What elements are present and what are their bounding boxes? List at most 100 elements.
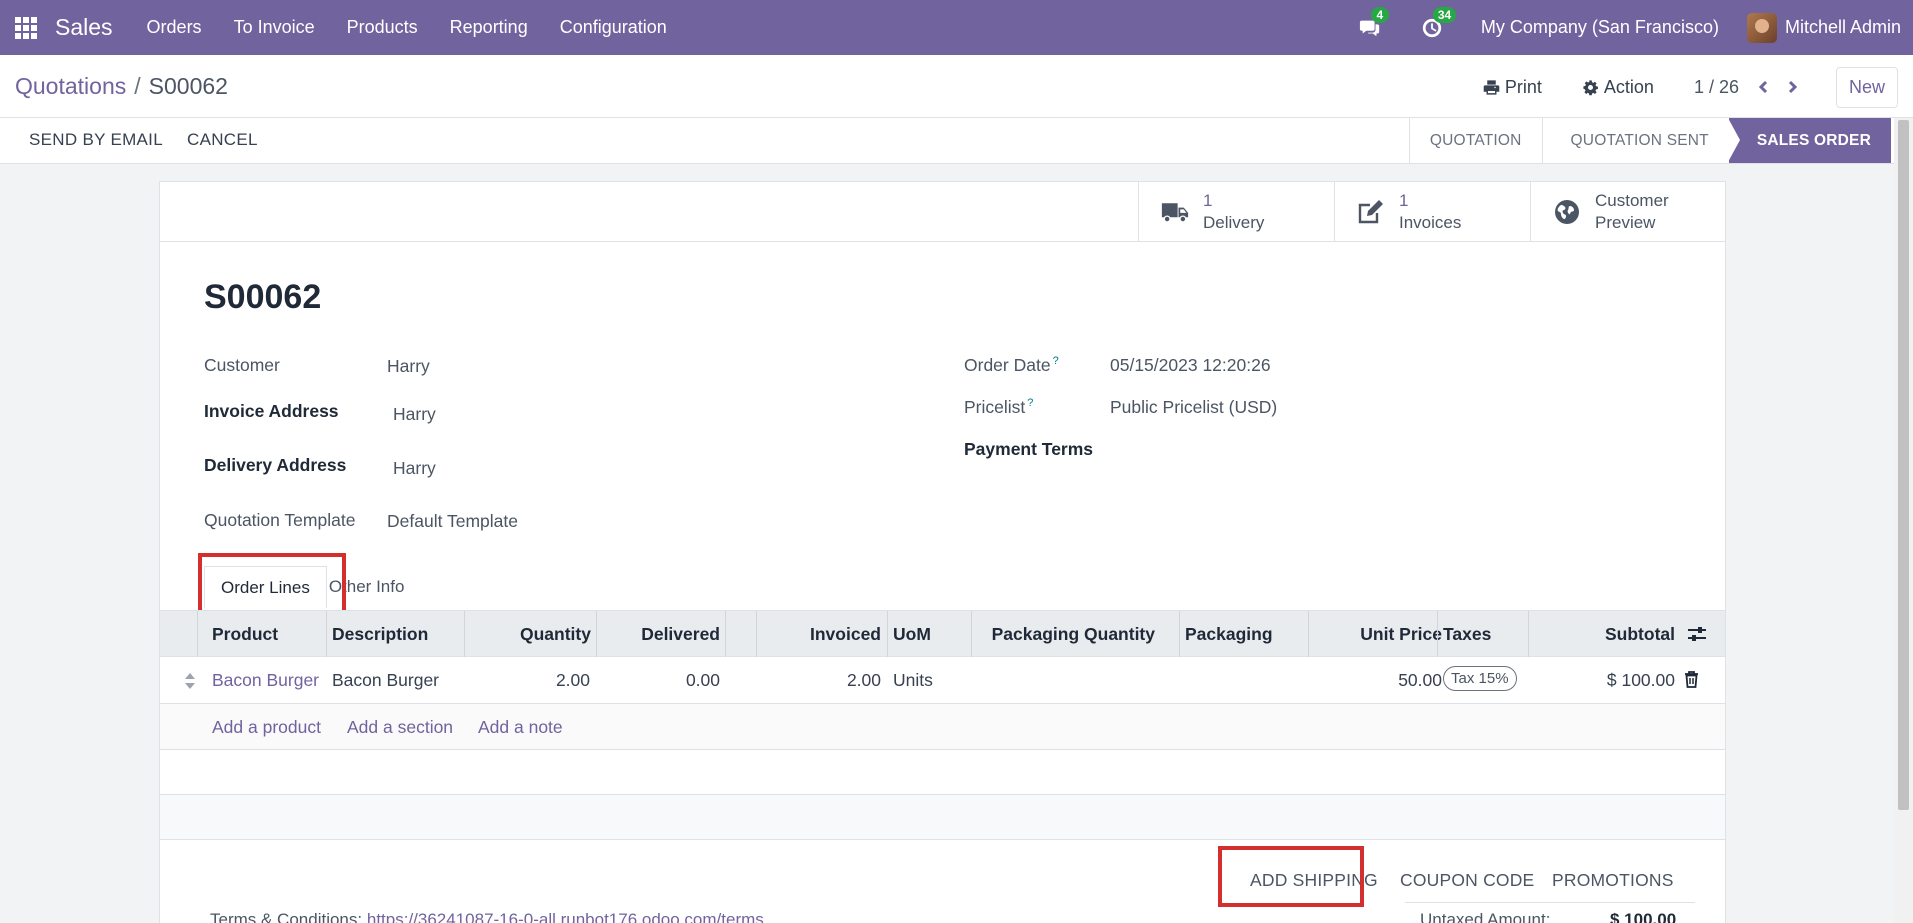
add-section-link[interactable]: Add a section [347, 717, 453, 738]
header-product[interactable]: Product [212, 624, 278, 645]
row-unit-price[interactable]: 50.00 [1320, 670, 1442, 691]
print-button[interactable]: Print [1483, 77, 1542, 98]
header-uom[interactable]: UoM [893, 624, 931, 645]
menu-orders[interactable]: Orders [131, 17, 218, 38]
menu-reporting[interactable]: Reporting [434, 17, 544, 38]
menu-products[interactable]: Products [331, 17, 434, 38]
activities-badge: 34 [1432, 6, 1457, 23]
row-delivered[interactable]: 0.00 [620, 670, 720, 691]
empty-row [160, 750, 1725, 795]
order-date-help-icon[interactable]: ? [1053, 355, 1059, 367]
navbar-systray: 4 34 My Company (San Francisco) Mitchell… [1357, 0, 1913, 55]
breadcrumb: Quotations / S00062 [15, 73, 228, 100]
row-uom[interactable]: Units [893, 670, 933, 691]
coupon-code-button[interactable]: COUPON CODE [1400, 870, 1534, 891]
scrollbar-thumb[interactable] [1898, 120, 1909, 810]
quotation-template-field[interactable]: Default Template [387, 511, 518, 532]
smart-buttons-row: 1 Delivery 1 Invoices Customer Preview [160, 182, 1725, 242]
header-subtotal[interactable]: Subtotal [1550, 624, 1675, 645]
payment-terms-label: Payment Terms [964, 439, 1094, 459]
row-subtotal: $ 100.00 [1606, 670, 1675, 690]
row-tax-tag[interactable]: Tax 15% [1443, 666, 1517, 691]
app-name[interactable]: Sales [55, 14, 113, 41]
header-description[interactable]: Description [332, 624, 428, 645]
add-note-link[interactable]: Add a note [478, 717, 563, 738]
user-menu[interactable]: Mitchell Admin [1785, 17, 1901, 38]
row-product[interactable]: Bacon Burger [212, 670, 319, 691]
order-date-field[interactable]: 05/15/2023 12:20:26 [1110, 355, 1271, 376]
messages-icon[interactable]: 4 [1357, 6, 1389, 41]
pricelist-label: Pricelist? [964, 397, 1034, 417]
menu-configuration[interactable]: Configuration [544, 17, 683, 38]
cancel-button[interactable]: CANCEL [187, 130, 258, 150]
action-label: Action [1603, 76, 1654, 97]
control-panel-actions: Print Action 1 / 26 New [1483, 66, 1898, 108]
company-switcher[interactable]: My Company (San Francisco) [1481, 17, 1719, 38]
truck-icon [1161, 202, 1189, 223]
control-panel: Quotations / S00062 Print Action 1 / 26 … [0, 55, 1913, 118]
customer-preview-button[interactable]: Customer Preview [1530, 182, 1726, 241]
untaxed-amount-label: Untaxed Amount: [1420, 910, 1551, 923]
gear-icon [1583, 79, 1598, 95]
page-scrollbar[interactable] [1894, 118, 1913, 923]
row-description[interactable]: Bacon Burger [332, 670, 439, 691]
add-product-link[interactable]: Add a product [212, 717, 321, 738]
header-taxes[interactable]: Taxes [1443, 624, 1491, 645]
header-packaging[interactable]: Packaging [1185, 624, 1273, 645]
delivery-address-field[interactable]: Harry [393, 458, 436, 479]
customer-preview-line1: Customer [1595, 190, 1669, 210]
pager-previous-icon[interactable] [1754, 77, 1774, 97]
invoices-count: 1 [1399, 190, 1409, 210]
apps-menu-icon[interactable] [15, 16, 37, 39]
stage-quotation[interactable]: QUOTATION [1408, 118, 1542, 163]
header-unit-price[interactable]: Unit Price [1320, 624, 1442, 645]
menu-to-invoice[interactable]: To Invoice [218, 17, 331, 38]
customer-label: Customer [204, 355, 280, 375]
order-lines-header: Product Description Quantity Delivered I… [160, 610, 1725, 657]
user-avatar[interactable] [1746, 12, 1777, 43]
breadcrumb-quotations[interactable]: Quotations [15, 73, 126, 100]
breadcrumb-separator: / [134, 73, 141, 99]
optional-columns-icon[interactable] [1687, 626, 1707, 642]
delivery-smart-button[interactable]: 1 Delivery [1138, 182, 1334, 241]
send-by-email-button[interactable]: SEND BY EMAIL [29, 130, 163, 150]
row-invoiced: 2.00 [846, 670, 881, 690]
order-name: S00062 [204, 278, 322, 316]
invoice-address-field[interactable]: Harry [393, 404, 436, 425]
untaxed-amount-value: $ 100.00 [1610, 910, 1677, 923]
invoices-smart-button[interactable]: 1 Invoices [1334, 182, 1530, 241]
delivery-count: 1 [1203, 190, 1213, 210]
highlight-order-lines-tab [198, 553, 346, 618]
trash-icon[interactable] [1684, 671, 1699, 688]
highlight-add-shipping [1218, 846, 1364, 907]
pricelist-field[interactable]: Public Pricelist (USD) [1110, 397, 1277, 418]
table-row[interactable]: Bacon Burger Bacon Burger 2.00 0.00 2.00… [160, 657, 1725, 704]
header-packaging-quantity[interactable]: Packaging Quantity [980, 624, 1155, 645]
print-label: Print [1504, 76, 1542, 97]
stage-sales-order[interactable]: SALES ORDER [1727, 118, 1891, 163]
row-quantity[interactable]: 2.00 [520, 670, 590, 691]
header-quantity[interactable]: Quantity [520, 624, 591, 645]
empty-row [160, 795, 1725, 840]
header-invoiced[interactable]: Invoiced [760, 624, 881, 645]
status-bar: SEND BY EMAIL CANCEL QUOTATION QUOTATION… [0, 118, 1913, 164]
drag-handle-icon[interactable] [184, 672, 196, 690]
activities-clock-icon[interactable]: 34 [1419, 6, 1457, 41]
new-button[interactable]: New [1835, 66, 1898, 108]
print-icon [1483, 79, 1500, 95]
stage-quotation-sent[interactable]: QUOTATION SENT [1541, 118, 1729, 163]
promotions-button[interactable]: PROMOTIONS [1552, 870, 1674, 891]
add-line-row: Add a product Add a section Add a note [160, 704, 1725, 750]
quotation-template-label: Quotation Template [204, 510, 356, 530]
stage-pipeline: QUOTATION QUOTATION SENT SALES ORDER [1408, 118, 1891, 163]
messages-badge: 4 [1370, 6, 1389, 23]
pager-next-icon[interactable] [1782, 77, 1802, 97]
breadcrumb-current: S00062 [148, 73, 228, 99]
customer-field[interactable]: Harry [387, 356, 430, 377]
pricelist-help-icon[interactable]: ? [1027, 397, 1033, 409]
terms-url-link[interactable]: https://36241087-16-0-all.runbot176.odoo… [367, 910, 764, 923]
pager-value[interactable]: 1 / 26 [1694, 77, 1739, 98]
action-button[interactable]: Action [1582, 77, 1654, 98]
header-delivered[interactable]: Delivered [620, 624, 720, 645]
totals-divider [1405, 902, 1695, 903]
